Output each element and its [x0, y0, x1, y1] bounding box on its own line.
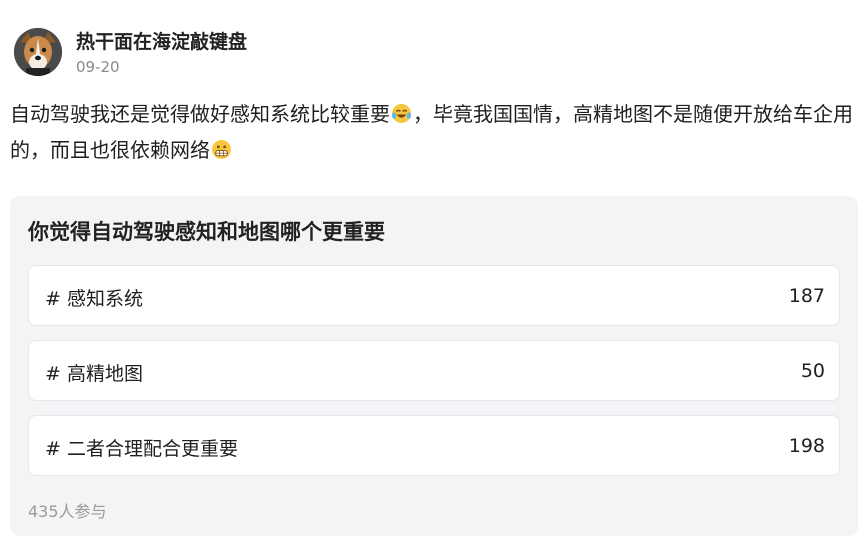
grimace-emoji-icon	[212, 140, 231, 159]
poll-option-count: 187	[788, 285, 825, 307]
poll-option-both[interactable]: # 二者合理配合更重要 198	[28, 415, 840, 476]
poll-participants: 435人参与	[28, 502, 107, 521]
poll-card: 你觉得自动驾驶感知和地图哪个更重要 # 感知系统 187 # 高精地图 50 #…	[10, 196, 858, 536]
poll-option-label: # 高精地图	[45, 363, 143, 385]
author-avatar[interactable]	[14, 28, 62, 76]
poll-option-label: # 感知系统	[45, 288, 143, 310]
author-name[interactable]: 热干面在海淀敲键盘	[76, 27, 247, 54]
dog-avatar-icon	[14, 28, 62, 76]
laughing-tears-emoji-icon	[392, 104, 411, 123]
post-text-part1: 自动驾驶我还是觉得做好感知系统比较重要	[10, 102, 390, 126]
poll-option-label: # 二者合理配合更重要	[45, 438, 238, 460]
poll-option-count: 50	[800, 360, 825, 382]
post-content: 自动驾驶我还是觉得做好感知系统比较重要 ，毕竟我国国情，高精地图不是随便开放给车…	[10, 96, 860, 168]
poll-option-hd-map[interactable]: # 高精地图 50	[28, 340, 840, 401]
poll-option-count: 198	[788, 435, 825, 457]
post-date: 09-20	[76, 58, 120, 76]
poll-title: 你觉得自动驾驶感知和地图哪个更重要	[28, 220, 385, 244]
poll-option-perception[interactable]: # 感知系统 187	[28, 265, 840, 326]
